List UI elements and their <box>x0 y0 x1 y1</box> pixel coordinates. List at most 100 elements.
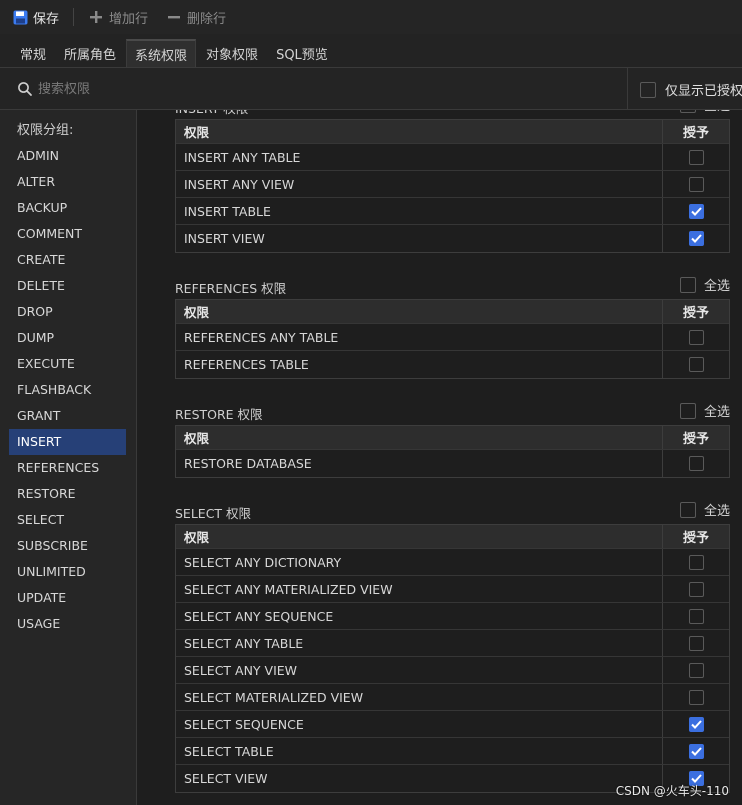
delete-row-button[interactable]: 删除行 <box>160 0 232 34</box>
sidebar-item-delete[interactable]: DELETE <box>9 273 126 299</box>
column-header-grant: 授予 <box>682 306 709 321</box>
privilege-name: SELECT ANY VIEW <box>176 657 663 683</box>
section-header: RESTORE 权限 全选 <box>175 401 730 425</box>
table-row[interactable]: SELECT ANY DICTIONARY <box>176 549 729 576</box>
grant-checkbox[interactable] <box>688 662 704 678</box>
select-all-toggle[interactable]: 全选 <box>679 500 730 519</box>
column-header-grant: 授予 <box>682 126 709 141</box>
sidebar-item-alter[interactable]: ALTER <box>9 169 126 195</box>
grant-checkbox[interactable] <box>688 581 704 597</box>
sidebar-item-select[interactable]: SELECT <box>9 507 126 533</box>
select-all-toggle[interactable]: 全选 <box>679 401 730 420</box>
select-all-checkbox[interactable] <box>679 501 696 518</box>
sidebar-item-restore[interactable]: RESTORE <box>9 481 126 507</box>
add-row-button[interactable]: 增加行 <box>82 0 154 34</box>
search-icon <box>17 81 33 97</box>
table-row[interactable]: INSERT ANY TABLE <box>176 144 729 171</box>
grant-checkbox[interactable] <box>688 743 704 759</box>
sidebar-item-create[interactable]: CREATE <box>9 247 126 273</box>
grant-checkbox[interactable] <box>688 716 704 732</box>
sidebar-item-insert[interactable]: INSERT <box>9 429 126 455</box>
column-header-privilege: 权限 <box>176 426 663 449</box>
grant-cell <box>663 576 729 602</box>
table-row[interactable]: INSERT VIEW <box>176 225 729 252</box>
sidebar-item-grant[interactable]: GRANT <box>9 403 126 429</box>
grant-cell <box>663 144 729 170</box>
table-row[interactable]: INSERT ANY VIEW <box>176 171 729 198</box>
select-all-checkbox[interactable] <box>679 110 696 113</box>
save-button[interactable]: 保存 <box>6 0 65 34</box>
grant-cell <box>663 351 729 378</box>
section-title: RESTORE 权限 <box>175 407 263 422</box>
table-row[interactable]: RESTORE DATABASE <box>176 450 729 477</box>
privilege-group-list: ADMIN ALTER BACKUP COMMENT CREATE DELETE DROP D… <box>9 143 126 637</box>
grant-checkbox[interactable] <box>688 203 704 219</box>
column-header-privilege: 权限 <box>176 120 663 143</box>
table-row[interactable]: REFERENCES ANY TABLE <box>176 324 729 351</box>
privilege-group-sidebar: 权限分组: ADMIN ALTER BACKUP COMMENT CREATE DELET… <box>0 110 137 805</box>
sidebar-item-references[interactable]: REFERENCES <box>9 455 126 481</box>
grant-checkbox[interactable] <box>688 456 704 471</box>
grant-checkbox[interactable] <box>688 554 704 570</box>
grant-checkbox[interactable] <box>688 689 704 705</box>
privilege-section: SELECT 权限 全选 权限 授予 SELECT ANY DICTIONARY SELE… <box>175 500 730 793</box>
sidebar-item-dump[interactable]: DUMP <box>9 325 126 351</box>
section-title: REFERENCES 权限 <box>175 281 287 296</box>
search-bar: 仅显示已授权 <box>0 68 742 110</box>
table-row[interactable]: SELECT MATERIALIZED VIEW <box>176 684 729 711</box>
only-granted-checkbox[interactable] <box>640 81 656 98</box>
sidebar-item-usage[interactable]: USAGE <box>9 611 126 637</box>
select-all-toggle[interactable]: 全选 <box>679 275 730 294</box>
privilege-name: SELECT MATERIALIZED VIEW <box>176 684 663 710</box>
tab-sql-preview[interactable]: SQL预览 <box>268 39 336 67</box>
sidebar-item-backup[interactable]: BACKUP <box>9 195 126 221</box>
select-all-checkbox[interactable] <box>679 276 696 293</box>
grant-cell <box>663 657 729 683</box>
sidebar-item-unlimited[interactable]: UNLIMITED <box>9 559 126 585</box>
grant-checkbox[interactable] <box>688 608 704 624</box>
table-header-row: 权限 授予 <box>176 525 729 549</box>
privilege-name: REFERENCES ANY TABLE <box>176 324 663 350</box>
privilege-name: SELECT ANY MATERIALIZED VIEW <box>176 576 663 602</box>
tab-object-privileges[interactable]: 对象权限 <box>198 39 266 67</box>
grant-cell <box>663 225 729 252</box>
select-all-label: 全选 <box>703 504 730 519</box>
grant-checkbox[interactable] <box>688 635 704 651</box>
table-row[interactable]: SELECT ANY MATERIALIZED VIEW <box>176 576 729 603</box>
sidebar-item-execute[interactable]: EXECUTE <box>9 351 126 377</box>
privilege-section: RESTORE 权限 全选 权限 授予 RESTORE DATABASE <box>175 401 730 478</box>
grant-checkbox[interactable] <box>688 176 704 192</box>
tab-roles[interactable]: 所属角色 <box>56 39 124 67</box>
table-row[interactable]: REFERENCES TABLE <box>176 351 729 378</box>
grant-checkbox[interactable] <box>688 231 704 246</box>
sidebar-item-subscribe[interactable]: SUBSCRIBE <box>9 533 126 559</box>
select-all-toggle[interactable]: 全选 <box>679 110 730 114</box>
tab-system-privileges[interactable]: 系统权限 <box>126 39 197 67</box>
sidebar-item-admin[interactable]: ADMIN <box>9 143 126 169</box>
tab-general[interactable]: 常规 <box>12 39 54 67</box>
grant-cell <box>663 684 729 710</box>
sidebar-item-drop[interactable]: DROP <box>9 299 126 325</box>
table-row[interactable]: SELECT SEQUENCE <box>176 711 729 738</box>
grant-checkbox[interactable] <box>688 357 704 372</box>
section-header: SELECT 权限 全选 <box>175 500 730 524</box>
grant-checkbox[interactable] <box>688 149 704 165</box>
column-header-privilege: 权限 <box>176 525 663 548</box>
sidebar-item-flashback[interactable]: FLASHBACK <box>9 377 126 403</box>
search-input[interactable] <box>38 77 598 101</box>
table-row[interactable]: SELECT TABLE <box>176 738 729 765</box>
select-all-checkbox[interactable] <box>679 402 696 419</box>
select-all-label: 全选 <box>703 405 730 420</box>
sidebar-item-update[interactable]: UPDATE <box>9 585 126 611</box>
table-row[interactable]: INSERT TABLE <box>176 198 729 225</box>
only-granted-toggle[interactable]: 仅显示已授权 <box>640 80 742 99</box>
table-row[interactable]: SELECT ANY TABLE <box>176 630 729 657</box>
section-title: INSERT 权限 <box>175 110 248 117</box>
privilege-name: INSERT ANY TABLE <box>176 144 663 170</box>
toolbar: 保存 增加行 删除行 <box>0 0 742 34</box>
table-row[interactable]: SELECT ANY VIEW <box>176 657 729 684</box>
table-row[interactable]: SELECT ANY SEQUENCE <box>176 603 729 630</box>
grant-checkbox[interactable] <box>688 329 704 345</box>
search-divider <box>627 68 628 110</box>
sidebar-item-comment[interactable]: COMMENT <box>9 221 126 247</box>
